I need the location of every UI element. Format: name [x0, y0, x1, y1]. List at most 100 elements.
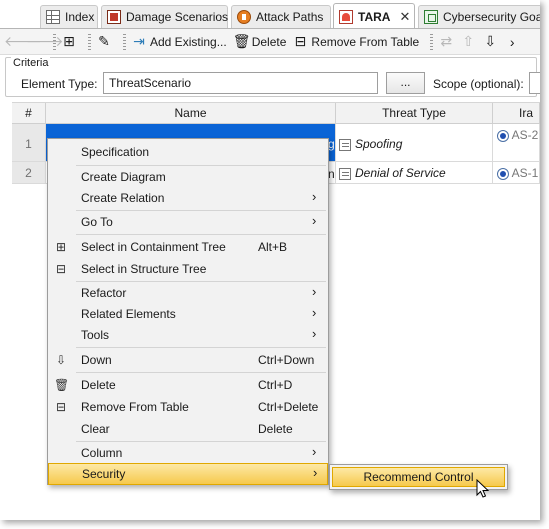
forward-button[interactable]: 🡒	[26, 33, 64, 50]
remove-table-icon: ⊟	[55, 400, 67, 414]
containment-tree-icon: ⊞	[55, 240, 67, 254]
menu-item-select-in-containment-tree[interactable]: ⊞ Select in Containment Tree Alt+B	[48, 236, 328, 258]
impact-cell[interactable]: AS-1	[493, 162, 540, 183]
menu-separator	[76, 234, 326, 235]
menu-item-security[interactable]: Security ›	[48, 463, 328, 485]
menu-item-label: Create Relation	[81, 191, 165, 205]
export-icon: ⇄	[440, 33, 453, 49]
menu-item-label: Select in Containment Tree	[81, 240, 226, 254]
more-button[interactable]: ›	[504, 34, 520, 50]
tab-label: Index	[65, 10, 95, 24]
remove-from-table-button[interactable]: ⊟ Remove From Table	[292, 33, 420, 50]
menu-item-refactor[interactable]: Refactor ›	[48, 282, 328, 304]
arrow-right-icon: 🡒	[26, 33, 64, 49]
menu-item-label: Go To	[81, 215, 113, 229]
menu-item-related-elements[interactable]: Related Elements ›	[48, 303, 328, 325]
chevron-right-icon: ›	[509, 33, 515, 50]
chevron-right-icon: ›	[312, 305, 317, 320]
menu-item-specification[interactable]: Specification	[48, 141, 328, 163]
threat-type-value: Denial of Service	[355, 166, 446, 180]
element-type-label: Element Type:	[21, 77, 98, 91]
menu-item-go-to[interactable]: Go To ›	[48, 211, 328, 233]
tree-icon: ⊞	[63, 33, 75, 49]
menu-item-label: Select in Structure Tree	[81, 262, 207, 276]
menu-item-shortcut: Delete	[258, 422, 293, 436]
move-up-button[interactable]: ⇧	[460, 33, 476, 50]
add-existing-button[interactable]: ⇥ Add Existing...	[131, 33, 227, 50]
menu-item-column[interactable]: Column ›	[48, 442, 328, 464]
add-existing-label: Add Existing...	[150, 34, 227, 49]
name-cell-text: n	[328, 167, 335, 181]
impact-value: AS-1	[511, 166, 539, 180]
column-threat-type[interactable]: Threat Type	[336, 103, 493, 124]
edit-button[interactable]: ✎	[96, 33, 112, 50]
toolbar-separator	[123, 33, 126, 50]
threat-type-cell[interactable]: Denial of Service	[336, 162, 493, 183]
tab-damage-scenarios[interactable]: Damage Scenarios	[101, 5, 228, 28]
radio-icon	[497, 129, 509, 142]
chevron-right-icon: ›	[313, 465, 318, 480]
menu-separator	[76, 372, 326, 373]
context-menu: Specification Create Diagram Create Rela…	[47, 138, 329, 485]
impact-cell[interactable]: AS-2	[493, 124, 540, 161]
radio-icon	[497, 167, 509, 180]
column-impact[interactable]: Ira	[493, 103, 540, 124]
menu-item-delete[interactable]: 🗑 Delete Ctrl+D	[48, 374, 328, 396]
menu-item-select-in-structure-tree[interactable]: ⊟ Select in Structure Tree	[48, 258, 328, 280]
menu-item-create-relation[interactable]: Create Relation ›	[48, 187, 328, 209]
menu-item-remove-from-table[interactable]: ⊟ Remove From Table Ctrl+Delete	[48, 396, 328, 418]
tab-tara[interactable]: TARA ✕	[333, 3, 415, 29]
tab-label: Damage Scenarios	[126, 10, 229, 24]
arrow-up-icon: ⇧	[462, 33, 475, 49]
menu-item-label: Security	[82, 467, 126, 481]
toolbar: 🡐 🡒 ⊞ ✎ ⇥ Add Existing... 🗑 Delete ⊟ Rem…	[0, 29, 540, 55]
impact-value: AS-2	[511, 128, 539, 142]
menu-item-label: Remove From Table	[81, 400, 189, 414]
tab-label: Attack Paths	[256, 10, 324, 24]
menu-item-tools[interactable]: Tools ›	[48, 324, 328, 346]
menu-item-label: Column	[81, 446, 123, 460]
column-name[interactable]: Name	[46, 103, 336, 124]
back-button[interactable]: 🡐	[4, 33, 42, 50]
menu-item-down[interactable]: ⇩ Down Ctrl+Down	[48, 349, 328, 371]
row-number: 1	[12, 124, 46, 161]
trash-icon: 🗑	[232, 33, 251, 49]
browse-button[interactable]: ...	[386, 72, 425, 94]
add-existing-icon: ⇥	[133, 33, 145, 49]
chevron-right-icon: ›	[312, 326, 317, 341]
move-down-button[interactable]: ⇩	[482, 33, 498, 50]
attack-icon	[237, 10, 251, 24]
threat-type-cell[interactable]: Spoofing	[336, 124, 493, 161]
menu-separator	[76, 347, 326, 348]
damage-icon	[107, 10, 121, 24]
containment-tree-button[interactable]: ⊞	[61, 33, 77, 50]
delete-button[interactable]: 🗑 Delete	[233, 33, 287, 50]
tab-cybersecurity-goal[interactable]: Cybersecurity Goal	[418, 5, 540, 28]
menu-item-clear[interactable]: Clear Delete	[48, 418, 328, 440]
menu-item-shortcut: Ctrl+Delete	[258, 400, 319, 414]
toolbar-separator	[430, 33, 434, 50]
menu-item-shortcut: Alt+B	[258, 240, 288, 254]
column-num[interactable]: #	[12, 103, 46, 124]
tab-attack-paths[interactable]: Attack Paths	[231, 5, 331, 28]
threat-type-icon	[339, 138, 351, 151]
arrow-left-icon: 🡐	[4, 33, 42, 49]
remove-from-table-label: Remove From Table	[311, 34, 420, 49]
scope-label: Scope (optional):	[433, 77, 524, 91]
element-type-field[interactable]: ThreatScenario	[103, 72, 378, 94]
tab-label: TARA	[358, 9, 391, 24]
structure-tree-icon: ⊟	[55, 262, 67, 276]
close-icon[interactable]: ✕	[399, 9, 410, 25]
toolbar-separator	[53, 33, 56, 50]
menu-item-label: Related Elements	[81, 307, 176, 321]
menu-item-create-diagram[interactable]: Create Diagram	[48, 166, 328, 188]
tab-index[interactable]: Index	[40, 5, 98, 28]
table-header: # Name Threat Type Ira	[12, 102, 540, 124]
arrow-down-icon: ⇩	[55, 353, 67, 367]
name-cell-text: g	[328, 137, 335, 151]
chevron-right-icon: ›	[312, 213, 317, 228]
export-button[interactable]: ⇄	[438, 33, 454, 50]
scope-field[interactable]	[529, 72, 540, 94]
row-number: 2	[12, 162, 46, 183]
menu-item-label: Refactor	[81, 286, 127, 300]
